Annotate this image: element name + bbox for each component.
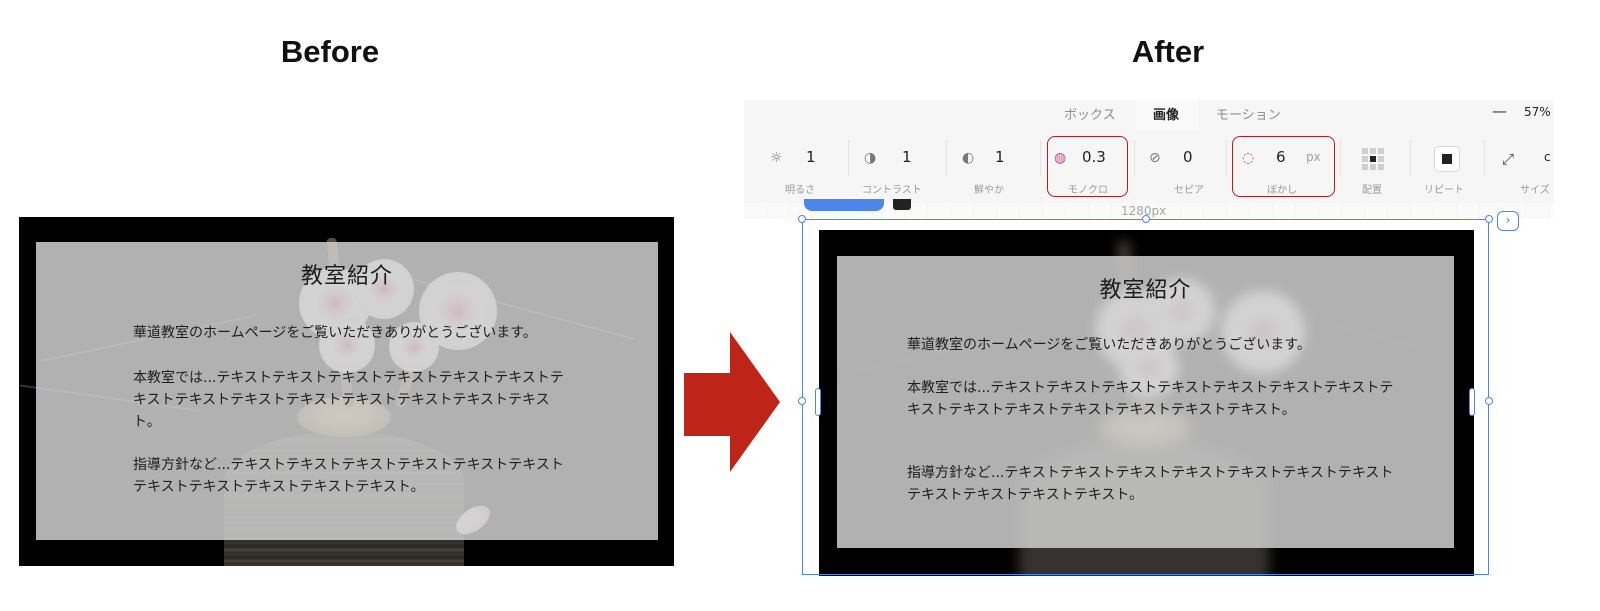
resize-handle-top-left[interactable] bbox=[798, 215, 806, 223]
resize-handle-top[interactable] bbox=[1142, 215, 1150, 223]
before-website-preview: 教室紹介 華道教室のホームページをご覧いただきありがとうございます。 本教室では… bbox=[19, 217, 674, 566]
contrast-icon: ◑ bbox=[864, 150, 877, 166]
sepia-label: セピア bbox=[1174, 185, 1204, 196]
monochrome-control[interactable]: ◍ 0.3 モノクロ bbox=[1054, 148, 1124, 196]
after-heading: After bbox=[1131, 34, 1205, 69]
contrast-value[interactable]: 1 bbox=[902, 148, 912, 166]
arrow-right-icon bbox=[684, 332, 780, 472]
resize-handle-top-right[interactable] bbox=[1485, 215, 1493, 223]
zoom-level[interactable]: 57% bbox=[1524, 105, 1551, 119]
element-tag-icon bbox=[893, 199, 911, 210]
blur-label: ぼかし bbox=[1267, 185, 1297, 196]
element-tag[interactable] bbox=[804, 199, 884, 211]
repeat-control[interactable]: リピート bbox=[1424, 146, 1476, 196]
expand-icon: ⤢ bbox=[1502, 150, 1515, 168]
blur-icon: ◌ bbox=[1242, 150, 1255, 166]
brightness-value[interactable]: 1 bbox=[806, 148, 816, 166]
resize-handle-right[interactable] bbox=[1485, 397, 1493, 405]
policy-paragraph: 指導方針など...テキストテキストテキストテキストテキストテキストテキストテキス… bbox=[133, 457, 564, 495]
tab-motion[interactable]: モーション bbox=[1216, 104, 1281, 123]
size-label: サイズ bbox=[1520, 185, 1550, 196]
inner-handle-right[interactable] bbox=[1469, 388, 1475, 416]
grid-icon bbox=[1362, 148, 1384, 170]
repeat-label: リピート bbox=[1424, 185, 1464, 196]
saturation-icon: ◐ bbox=[962, 150, 975, 166]
saturation-label: 鮮やか bbox=[974, 185, 1004, 196]
sepia-control[interactable]: ⊘ 0 セピア bbox=[1149, 148, 1219, 196]
resize-handle-left[interactable] bbox=[798, 397, 806, 405]
editor-tabs: ボックス 画像 モーション — 57% bbox=[744, 100, 1554, 130]
tab-image[interactable]: 画像 bbox=[1153, 104, 1179, 123]
before-heading: Before bbox=[280, 34, 380, 69]
inner-handle-left[interactable] bbox=[815, 388, 821, 416]
contrast-label: コントラスト bbox=[862, 185, 922, 196]
size-control[interactable]: ⤢ c サイズ bbox=[1502, 148, 1554, 196]
chevron-right-icon[interactable]: › bbox=[1497, 211, 1519, 231]
saturation-value[interactable]: 1 bbox=[995, 148, 1005, 166]
blur-value[interactable]: 6 bbox=[1276, 148, 1286, 166]
intro-paragraph: 華道教室のホームページをご覧いただきありがとうございます。 bbox=[133, 325, 537, 341]
position-control[interactable]: 配置 bbox=[1356, 148, 1396, 196]
blur-unit: px bbox=[1306, 150, 1321, 164]
selection-frame[interactable] bbox=[802, 219, 1489, 575]
monochrome-icon: ◍ bbox=[1054, 150, 1067, 166]
tab-box[interactable]: ボックス bbox=[1064, 104, 1116, 123]
monochrome-value[interactable]: 0.3 bbox=[1082, 148, 1106, 166]
page-title: 教室紹介 bbox=[300, 264, 393, 289]
repeat-icon bbox=[1434, 146, 1460, 172]
blur-control[interactable]: ◌ 6 px ぼかし bbox=[1242, 148, 1328, 196]
size-value[interactable]: c bbox=[1544, 150, 1551, 164]
sepia-value[interactable]: 0 bbox=[1183, 148, 1193, 166]
saturation-control[interactable]: ◐ 1 鮮やか bbox=[962, 148, 1032, 196]
contrast-control[interactable]: ◑ 1 コントラスト bbox=[862, 148, 944, 196]
content-box: 教室紹介 華道教室のホームページをご覧いただきありがとうございます。 本教室では… bbox=[36, 242, 658, 540]
sepia-icon: ⊘ bbox=[1149, 150, 1161, 166]
brightness-label: 明るさ bbox=[785, 185, 815, 196]
image-editor-toolbar: ボックス 画像 モーション — 57% ☼ 1 明るさ ◑ 1 コントラスト ◐… bbox=[744, 100, 1554, 205]
position-label: 配置 bbox=[1362, 185, 1382, 196]
monochrome-label: モノクロ bbox=[1068, 185, 1108, 196]
brightness-control[interactable]: ☼ 1 明るさ bbox=[770, 148, 840, 196]
sun-icon: ☼ bbox=[770, 150, 783, 166]
about-paragraph: 本教室では...テキストテキストテキストテキストテキストテキストテキストテキスト… bbox=[133, 370, 564, 430]
zoom-out-button[interactable]: — bbox=[1492, 102, 1507, 120]
